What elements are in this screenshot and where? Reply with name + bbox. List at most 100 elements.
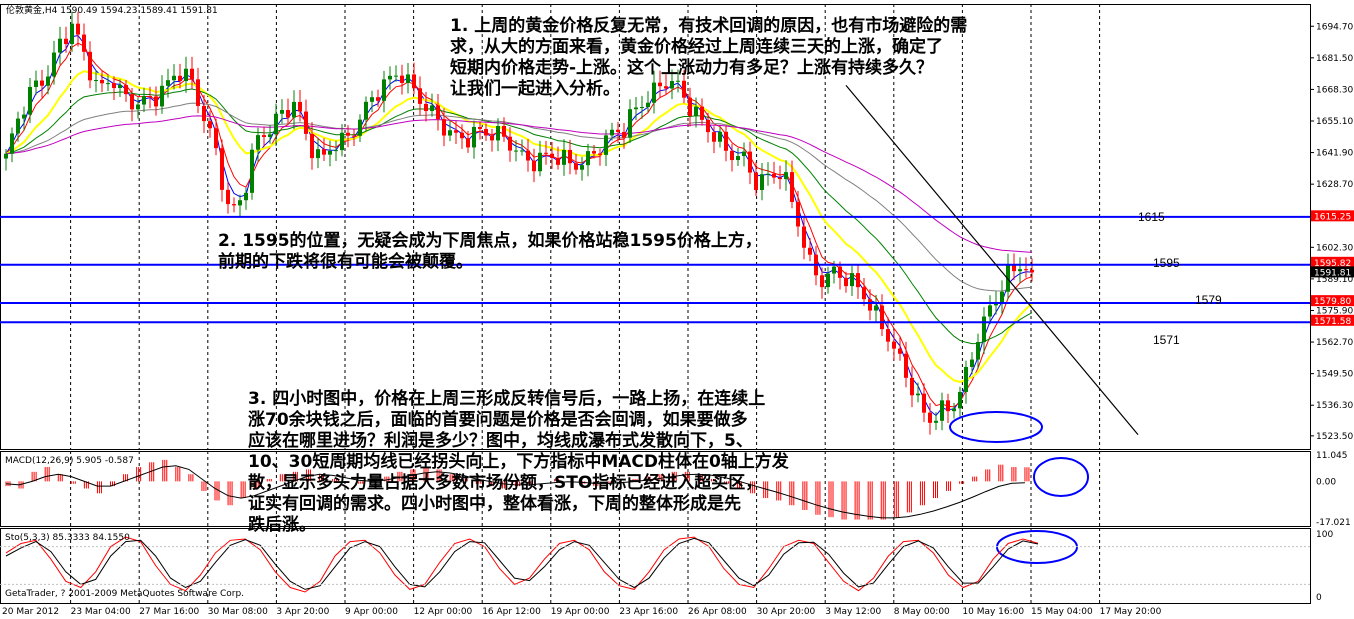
candle-body: [616, 129, 620, 132]
candle-body: [166, 80, 170, 86]
candle-body: [202, 105, 206, 122]
candle-body: [112, 83, 116, 89]
candle-body: [796, 202, 800, 227]
candle-body: [268, 134, 272, 137]
level-label-1579: 1579: [1195, 293, 1222, 307]
y-tick-label: 1549.50: [1316, 370, 1353, 380]
x-tick-label: 10 May 16:00: [962, 607, 1024, 617]
price-tag-label: 1615.25: [1314, 212, 1351, 222]
candle-body: [46, 76, 50, 86]
x-tick-label: 3 Apr 20:00: [276, 607, 329, 617]
candle-body: [238, 200, 242, 206]
candle-body: [976, 342, 980, 360]
annotation-2: 2. 1595的位置，无疑会成为下周焦点，如果价格站稳1595价格上方， 前期的…: [218, 231, 762, 272]
level-label-1571: 1571: [1153, 333, 1180, 347]
candle-body: [160, 85, 164, 107]
candle-body: [646, 102, 650, 108]
candle-body: [928, 412, 932, 423]
candle-body: [562, 149, 566, 165]
candle-body: [964, 366, 968, 392]
candle-body: [904, 353, 908, 378]
candle-body: [382, 79, 386, 101]
candle-body: [106, 83, 110, 85]
annotation-3: 3. 四小时图中，价格在上周三形成反转信号后，一路上扬，在连续上 涨70余块钱之…: [248, 389, 789, 535]
x-tick-label: 26 Apr 08:00: [688, 607, 747, 617]
candle-body: [364, 101, 368, 120]
candle-body: [340, 132, 344, 151]
macd-y-tick: 0.00: [1316, 477, 1336, 487]
candle-body: [742, 151, 746, 157]
candle-body: [148, 95, 152, 97]
candle-body: [196, 79, 200, 106]
candle-body: [580, 165, 584, 170]
candle-body: [916, 393, 920, 396]
price-tag-label: 1591.81: [1314, 268, 1351, 278]
candle-body: [712, 132, 716, 142]
candle-body: [484, 128, 488, 136]
candle-body: [28, 86, 32, 115]
candle-body: [370, 97, 374, 102]
candle-body: [466, 138, 470, 148]
candle-body: [958, 391, 962, 409]
candle-body: [568, 149, 572, 164]
candle-body: [94, 80, 98, 82]
candle-body: [10, 133, 14, 154]
price-tag-label: 1571.58: [1314, 317, 1351, 327]
candle-body: [298, 101, 302, 112]
candle-body: [970, 359, 974, 367]
y-tick-label: 1562.70: [1316, 338, 1353, 348]
candle-body: [532, 160, 536, 172]
candle-body: [436, 105, 440, 120]
y-tick-label: 1602.30: [1316, 243, 1353, 253]
candle-body: [394, 75, 398, 77]
candle-body: [604, 135, 608, 155]
candle-body: [16, 118, 20, 134]
candle-body: [76, 23, 80, 35]
candle-body: [88, 51, 92, 81]
candle-body: [640, 107, 644, 109]
candle-body: [754, 172, 758, 191]
x-tick-label: 23 Apr 16:00: [619, 607, 678, 617]
candle-body: [256, 135, 260, 150]
y-tick-label: 1536.30: [1316, 401, 1353, 411]
candle-body: [718, 131, 722, 142]
candle-body: [172, 75, 176, 81]
candle-body: [736, 156, 740, 161]
y-tick-label: 1668.30: [1316, 85, 1353, 95]
candle-body: [136, 104, 140, 110]
level-label-1615: 1615: [1138, 210, 1165, 224]
x-tick-label: 16 Apr 12:00: [482, 607, 541, 617]
candle-body: [154, 96, 158, 107]
candle-body: [40, 80, 44, 86]
sto-y-tick: 0: [1316, 593, 1322, 603]
candle-body: [1000, 291, 1004, 303]
macd-y-tick: -17.021: [1316, 518, 1351, 528]
candle-body: [508, 136, 512, 151]
candle-body: [868, 299, 872, 311]
candle-body: [232, 204, 236, 206]
candle-body: [58, 38, 62, 53]
candle-body: [184, 68, 188, 82]
candle-body: [442, 119, 446, 136]
candle-body: [454, 130, 458, 133]
candle-body: [430, 105, 434, 112]
y-tick-label: 1523.50: [1316, 432, 1353, 442]
macd-header: MACD(12,26,9) 5.905 -0.587: [5, 456, 134, 466]
candle-body: [82, 34, 86, 52]
candle-body: [490, 135, 494, 141]
candle-body: [910, 377, 914, 396]
candle-body: [772, 173, 776, 178]
candle-body: [934, 420, 938, 423]
candle-body: [778, 177, 782, 180]
candle-body: [142, 95, 146, 105]
candle-body: [622, 131, 626, 138]
x-tick-label: 15 May 04:00: [1031, 607, 1093, 617]
candle-body: [862, 287, 866, 300]
x-tick-label: 8 May 00:00: [894, 607, 950, 617]
candle-body: [952, 408, 956, 412]
candle-body: [124, 85, 128, 95]
candle-body: [628, 109, 632, 138]
candle-body: [514, 150, 518, 152]
x-tick-label: 3 May 12:00: [825, 607, 881, 617]
candle-body: [4, 153, 8, 159]
